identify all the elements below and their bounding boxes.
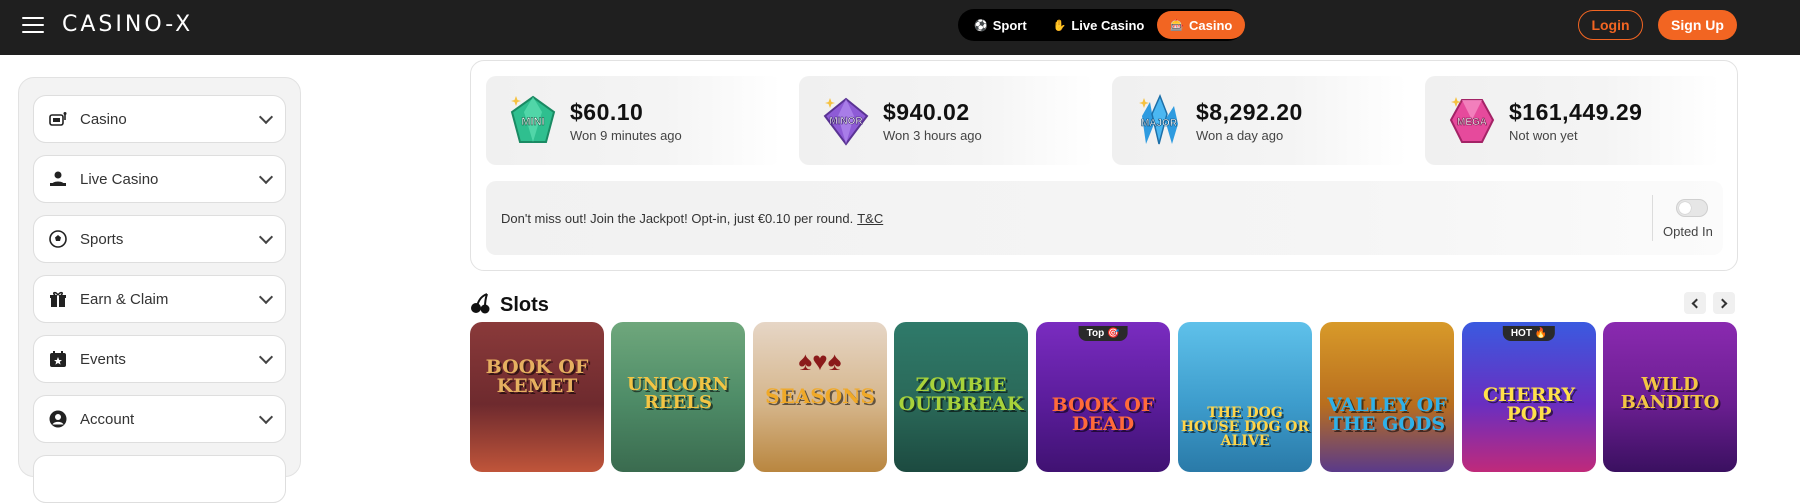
jackpot-card-mini: MINI $60.10 Won 9 minutes ago [486, 76, 781, 165]
game-title: CHERRY POP [1482, 384, 1576, 425]
game-title: BOOK OF DEAD [1051, 394, 1155, 435]
minor-gem-label: MINOR [829, 116, 863, 127]
game-tile-dog-house[interactable]: THE DOG HOUSE DOG OR ALIVE [1178, 322, 1312, 472]
chevron-down-icon [258, 109, 274, 124]
game-title: VALLEY OF THE GODS [1327, 394, 1447, 435]
jackpot-status: Not won yet [1509, 127, 1578, 143]
jackpot-amount: $161,449.29 [1509, 98, 1643, 125]
soccer-ball-icon [48, 229, 68, 249]
sidebar-item-earn-claim[interactable]: Earn & Claim [33, 275, 286, 323]
menu-icon[interactable] [22, 17, 44, 35]
sidebar-item-label: Events [80, 350, 126, 368]
slot-machine-icon: 🎰 [1170, 19, 1185, 32]
chip-hand-icon: ✋ [1052, 19, 1067, 32]
jackpot-card-mega: MEGA $161,449.29 Not won yet [1425, 76, 1720, 165]
switch-live-casino[interactable]: ✋ Live Casino [1040, 11, 1158, 39]
product-switcher: ⚽ Sport ✋ Live Casino 🎰 Casino [958, 9, 1246, 41]
sidebar-item-live-casino[interactable]: Live Casino [33, 155, 286, 203]
switch-sport-label: Sport [992, 17, 1027, 33]
slots-prev-button[interactable] [1684, 292, 1706, 314]
hot-badge: HOT 🔥 [1502, 326, 1556, 341]
optin-text: Don't miss out! Join the Jackpot! Opt-in… [501, 211, 854, 226]
jackpot-status: Won 9 minutes ago [570, 127, 682, 143]
top-badge: Top 🎯 [1078, 326, 1128, 341]
chevron-down-icon [258, 289, 274, 304]
sidebar-item-label: Earn & Claim [80, 290, 169, 308]
divider [1652, 195, 1653, 241]
slots-section-header: Slots [470, 292, 549, 319]
sidebar-item-more[interactable] [33, 455, 286, 503]
top-bar: CASINO-X ⚽ Sport ✋ Live Casino 🎰 Casino … [0, 0, 1800, 55]
game-title: SEASONS [765, 384, 875, 408]
cherries-icon [470, 292, 492, 319]
sidebar-item-account[interactable]: Account [33, 395, 286, 443]
game-title: ZOMBIE OUTBREAK [898, 374, 1024, 415]
chevron-left-icon [1691, 298, 1702, 308]
slot-machine-icon [48, 109, 68, 129]
mini-gem-label: MINI [521, 116, 544, 128]
sidebar: Casino Live Casino Sports Earn & Claim E… [18, 77, 301, 503]
jackpot-status: Won 3 hours ago [883, 127, 982, 143]
chevron-down-icon [258, 169, 274, 184]
switch-sport[interactable]: ⚽ Sport [961, 11, 1040, 39]
jackpot-amount: $8,292.20 [1196, 98, 1303, 125]
sidebar-item-events[interactable]: Events [33, 335, 286, 383]
calendar-star-icon [48, 349, 68, 369]
game-tile-seasons[interactable]: ♠♥♠ SEASONS [753, 322, 887, 472]
game-tile-unicorn-reels[interactable]: UNICORN REELS [611, 322, 745, 472]
chevron-down-icon [258, 229, 274, 244]
game-tile-zombie-outbreak[interactable]: ZOMBIE OUTBREAK [894, 322, 1028, 472]
logo[interactable]: CASINO-X [62, 12, 193, 37]
game-title: UNICORN REELS [627, 374, 729, 413]
sidebar-item-label: Account [80, 410, 135, 428]
live-dealer-icon [48, 169, 68, 189]
soccer-ball-icon: ⚽ [974, 19, 988, 32]
game-tile-book-of-kemet[interactable]: BOOK OF KEMET [470, 322, 604, 472]
chevron-right-icon [1717, 298, 1728, 308]
game-title: THE DOG HOUSE DOG OR ALIVE [1180, 405, 1310, 449]
jackpot-card-major: MAJOR $8,292.20 Won a day ago [1112, 76, 1407, 165]
switch-live-casino-label: Live Casino [1071, 17, 1145, 33]
switch-casino-label: Casino [1189, 17, 1233, 33]
chevron-down-icon [258, 409, 274, 424]
chevron-down-icon [258, 349, 274, 364]
switch-casino[interactable]: 🎰 Casino [1157, 11, 1246, 39]
game-title: WILD BANDITO [1620, 374, 1720, 413]
major-gem-icon: MAJOR [1134, 93, 1184, 148]
game-tile-book-of-dead[interactable]: Top 🎯 BOOK OF DEAD [1036, 322, 1170, 472]
major-gem-label: MAJOR [1141, 118, 1178, 129]
suits-icon: ♠♥♠ [798, 346, 842, 376]
slots-next-button[interactable] [1713, 292, 1735, 314]
jackpot-optin-bar: Don't miss out! Join the Jackpot! Opt-in… [486, 181, 1723, 255]
optin-message: Don't miss out! Join the Jackpot! Opt-in… [501, 211, 883, 226]
user-icon [48, 409, 68, 429]
jackpot-status: Won a day ago [1196, 127, 1284, 143]
mini-gem-icon: MINI [508, 94, 558, 148]
jackpot-panel: MINI $60.10 Won 9 minutes ago MINOR $940… [470, 60, 1738, 271]
game-tile-wild-bandito[interactable]: WILD BANDITO [1603, 322, 1737, 472]
game-tile-valley-of-the-gods[interactable]: VALLEY OF THE GODS [1320, 322, 1454, 472]
game-tile-cherry-pop[interactable]: HOT 🔥 CHERRY POP [1462, 322, 1596, 472]
slots-title: Slots [500, 294, 549, 316]
gift-icon [48, 289, 68, 309]
slots-carousel: BOOK OF KEMET UNICORN REELS ♠♥♠ SEASONS … [470, 322, 1738, 472]
login-button[interactable]: Login [1578, 10, 1643, 40]
opt-in-label: Opted In [1663, 224, 1713, 239]
minor-gem-icon: MINOR [821, 94, 871, 148]
jackpot-card-minor: MINOR $940.02 Won 3 hours ago [799, 76, 1094, 165]
sidebar-item-label: Casino [80, 110, 127, 128]
mega-gem-label: MEGA [1457, 117, 1487, 128]
terms-link[interactable]: T&C [857, 211, 883, 226]
sidebar-item-casino[interactable]: Casino [33, 95, 286, 143]
sidebar-item-label: Sports [80, 230, 124, 248]
opt-in-toggle[interactable] [1676, 199, 1708, 217]
signup-button[interactable]: Sign Up [1658, 10, 1737, 40]
game-title: BOOK OF KEMET [485, 356, 589, 397]
mega-gem-icon: MEGA [1447, 94, 1497, 148]
sidebar-item-sports[interactable]: Sports [33, 215, 286, 263]
sidebar-item-label: Live Casino [80, 170, 159, 188]
jackpot-amount: $940.02 [883, 98, 970, 125]
jackpot-amount: $60.10 [570, 98, 644, 125]
